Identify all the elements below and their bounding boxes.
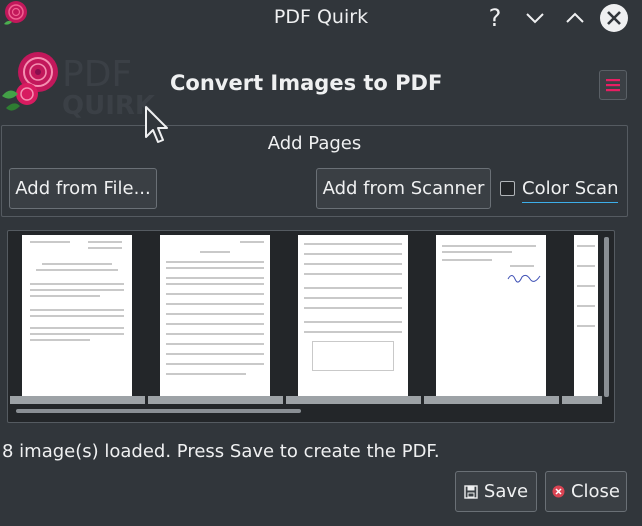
page-thumbnail[interactable] [574,235,598,396]
page-thumbnail[interactable] [436,235,546,396]
hamburger-menu-icon [606,79,620,92]
save-button[interactable]: Save [455,471,537,512]
page-thumbnail[interactable] [298,235,408,396]
save-label: Save [483,481,529,502]
close-button[interactable]: Close [545,471,627,512]
pdfquirk-logo: PDF QUIRK [0,48,160,121]
close-label: Close [570,481,621,502]
page-thumbnail-list[interactable] [7,230,615,423]
chevron-down-icon [526,13,544,24]
mouse-cursor-icon [143,105,171,149]
close-icon [600,4,628,32]
close-circle-icon [552,485,565,498]
minimize-button[interactable] [521,4,549,32]
vertical-scrollbar[interactable] [604,237,609,397]
maximize-button[interactable] [561,4,589,32]
horizontal-scrollbar[interactable] [16,409,301,413]
color-scan-checkbox[interactable] [500,181,515,196]
add-from-scanner-button[interactable]: Add from Scanner [316,168,491,209]
page-heading: Convert Images to PDF [170,71,443,95]
add-pages-title: Add Pages [267,133,362,154]
logo-text-bottom: QUIRK [62,91,156,118]
floppy-disk-icon [464,484,478,499]
logo-text-top: PDF [62,54,132,95]
help-button[interactable]: ? [481,4,509,32]
color-scan-label[interactable]: Color Scan [522,178,619,203]
window-close-button[interactable] [599,3,629,33]
add-from-file-button[interactable]: Add from File... [9,168,157,209]
page-thumbnail[interactable] [22,235,132,396]
hamburger-menu-button[interactable] [599,70,627,100]
question-icon: ? [488,4,502,32]
page-thumbnail[interactable] [160,235,270,396]
chevron-up-icon [566,12,584,23]
status-message: 8 image(s) loaded. Press Save to create … [2,441,440,462]
